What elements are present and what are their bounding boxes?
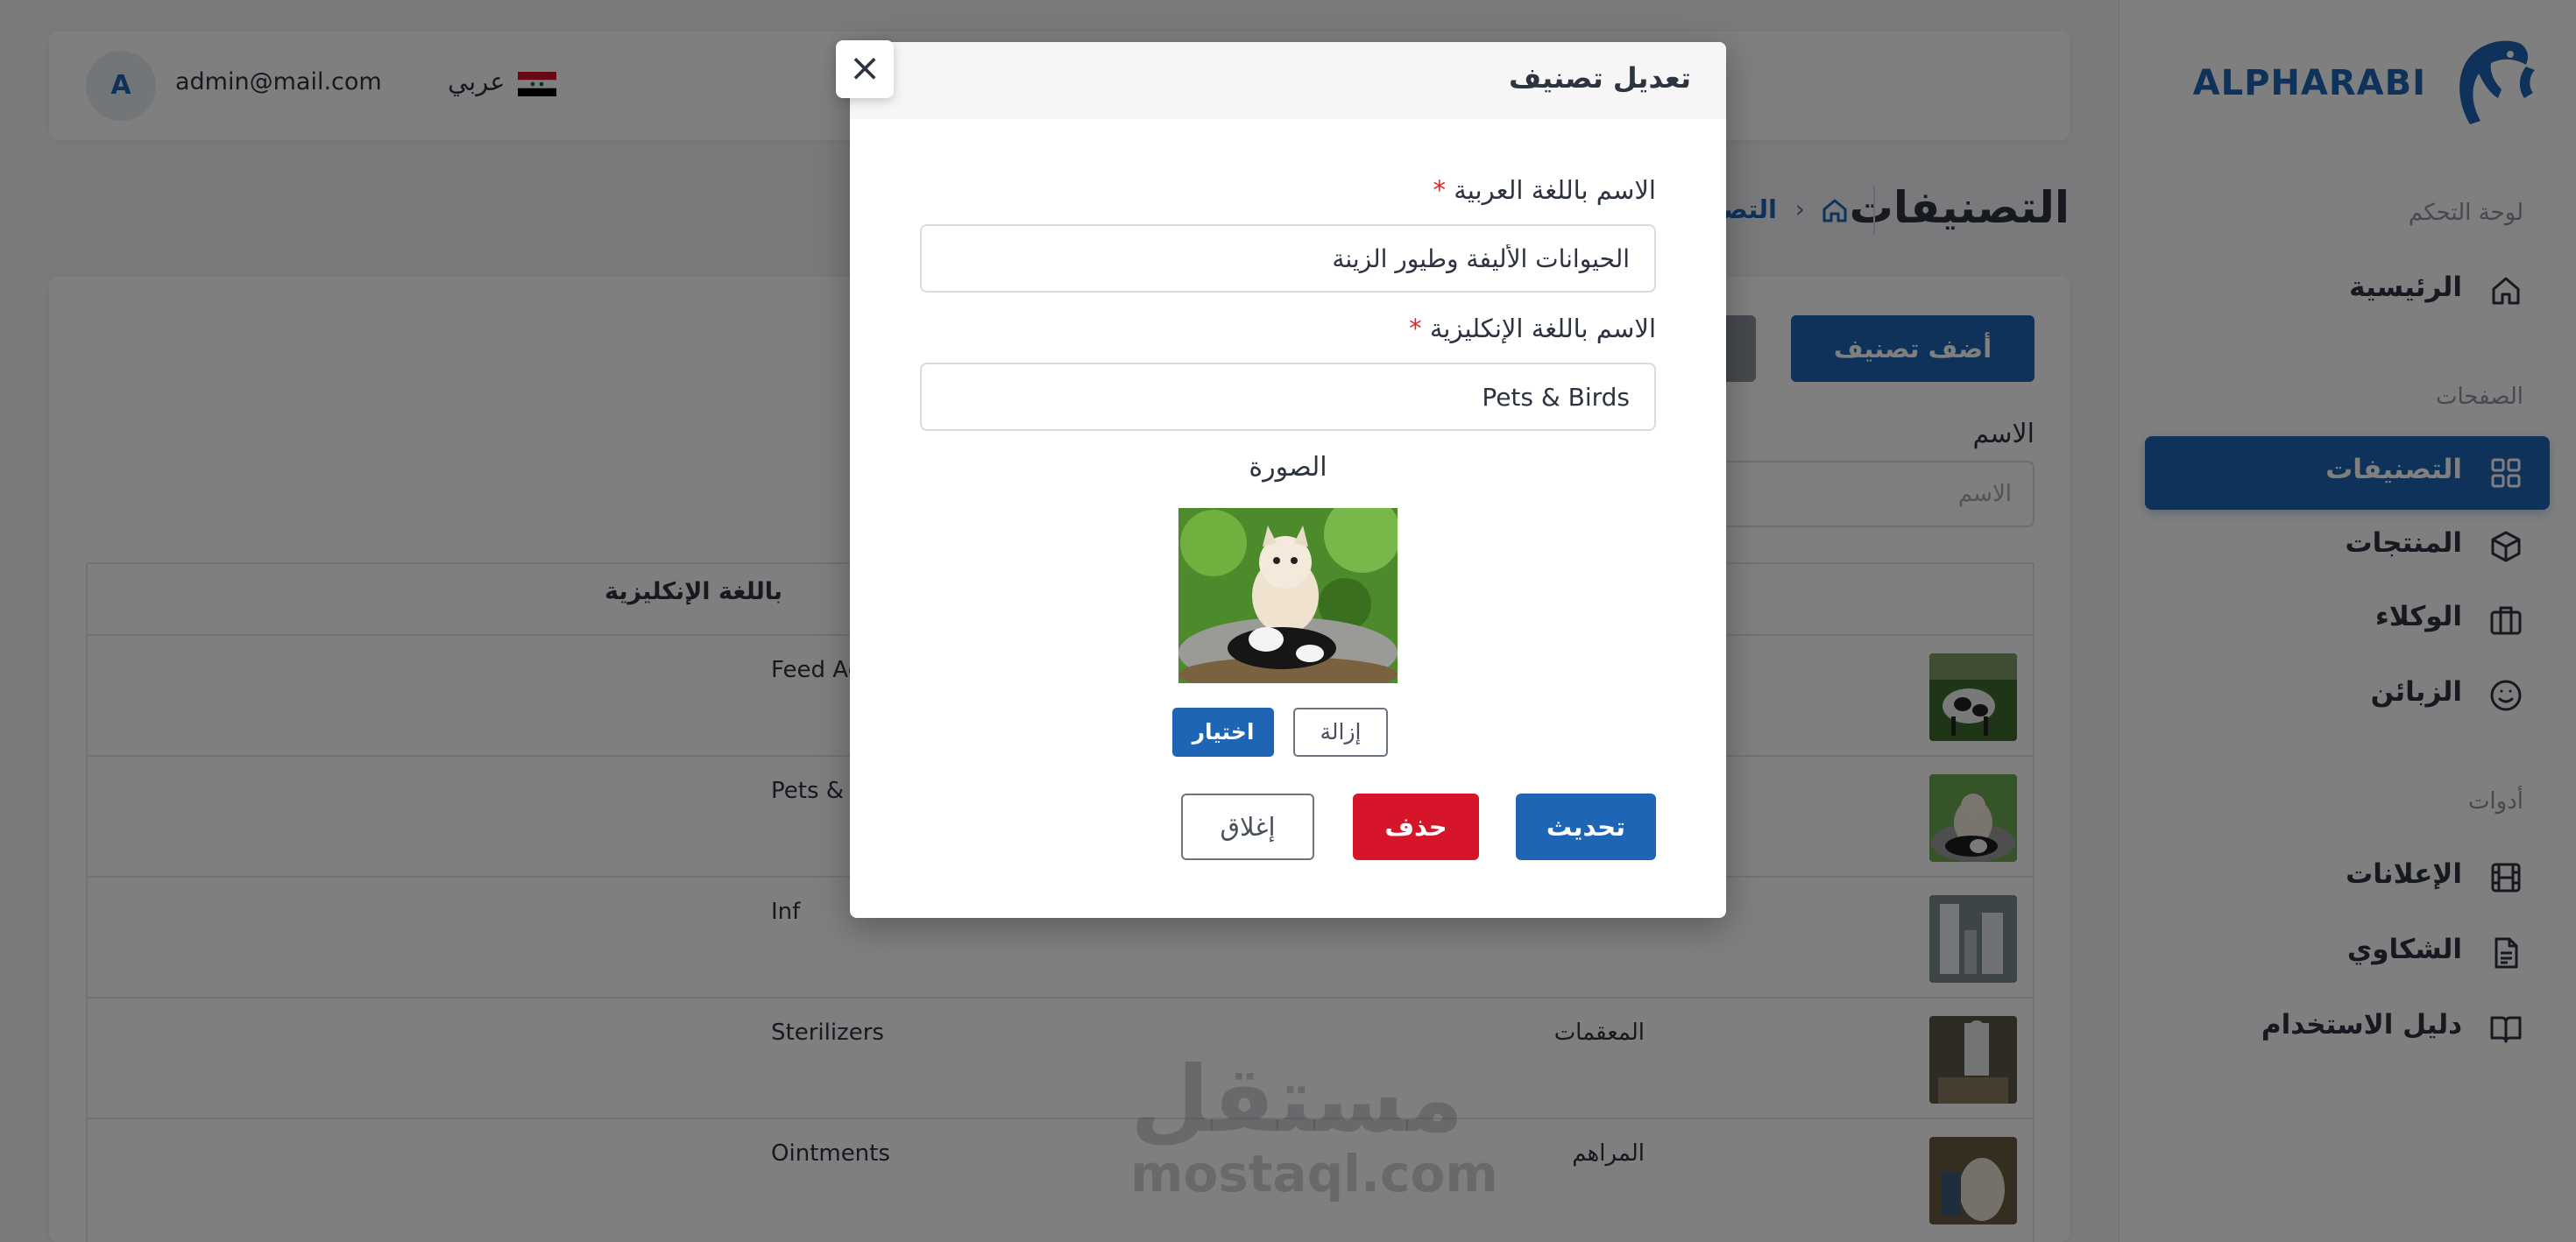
edit-category-modal: تعديل تصنيف * الاسم باللغة العربية * الا…	[850, 42, 1726, 918]
modal-title: تعديل تصنيف	[1508, 61, 1691, 95]
choose-image-button[interactable]: اختيار	[1172, 708, 1274, 757]
image-label: الصورة	[1249, 452, 1327, 483]
english-name-label: * الاسم باللغة الإنكليزية	[1409, 314, 1656, 343]
image-preview	[1178, 508, 1398, 683]
close-modal-button[interactable]: إغلاق	[1181, 794, 1314, 860]
required-mark: *	[1409, 314, 1422, 343]
delete-button[interactable]: حذف	[1353, 794, 1479, 860]
arabic-name-field[interactable]	[920, 224, 1656, 293]
arabic-name-label: * الاسم باللغة العربية	[1433, 175, 1657, 205]
required-mark: *	[1433, 175, 1447, 205]
update-button[interactable]: تحديث	[1516, 794, 1656, 860]
english-name-field[interactable]	[920, 363, 1656, 431]
close-icon[interactable]: ×	[836, 40, 894, 98]
remove-image-button[interactable]: إزالة	[1293, 708, 1388, 757]
modal-header: تعديل تصنيف	[850, 42, 1726, 119]
